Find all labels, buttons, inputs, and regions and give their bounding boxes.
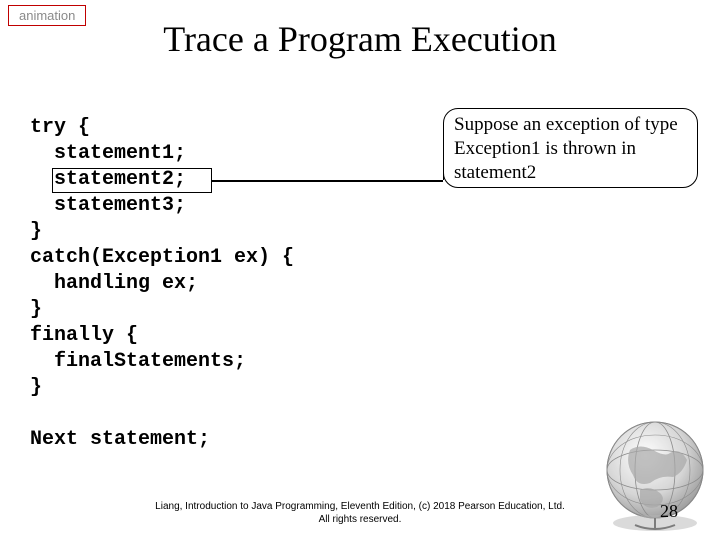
code-line: catch(Exception1 ex) { xyxy=(30,246,294,269)
code-line: Next statement; xyxy=(30,428,210,451)
code-line: } xyxy=(30,220,42,243)
code-line: finally { xyxy=(30,324,138,347)
highlight-box xyxy=(52,168,212,193)
code-line: statement3; xyxy=(30,194,186,217)
code-line: } xyxy=(30,376,42,399)
footer-line: Liang, Introduction to Java Programming,… xyxy=(155,501,565,512)
code-line: statement1; xyxy=(30,142,186,165)
code-line: finalStatements; xyxy=(30,350,246,373)
callout-box: Suppose an exception of type Exception1 … xyxy=(443,108,698,188)
footer-line: All rights reserved. xyxy=(319,514,402,525)
connector-line xyxy=(212,180,443,182)
footer-attribution: Liang, Introduction to Java Programming,… xyxy=(0,500,720,526)
code-line: try { xyxy=(30,116,90,139)
code-block: try { statement1; statement2; statement3… xyxy=(30,115,294,453)
code-line: handling ex; xyxy=(30,272,198,295)
code-line: } xyxy=(30,298,42,321)
slide-title: Trace a Program Execution xyxy=(0,18,720,60)
page-number: 28 xyxy=(660,501,678,522)
